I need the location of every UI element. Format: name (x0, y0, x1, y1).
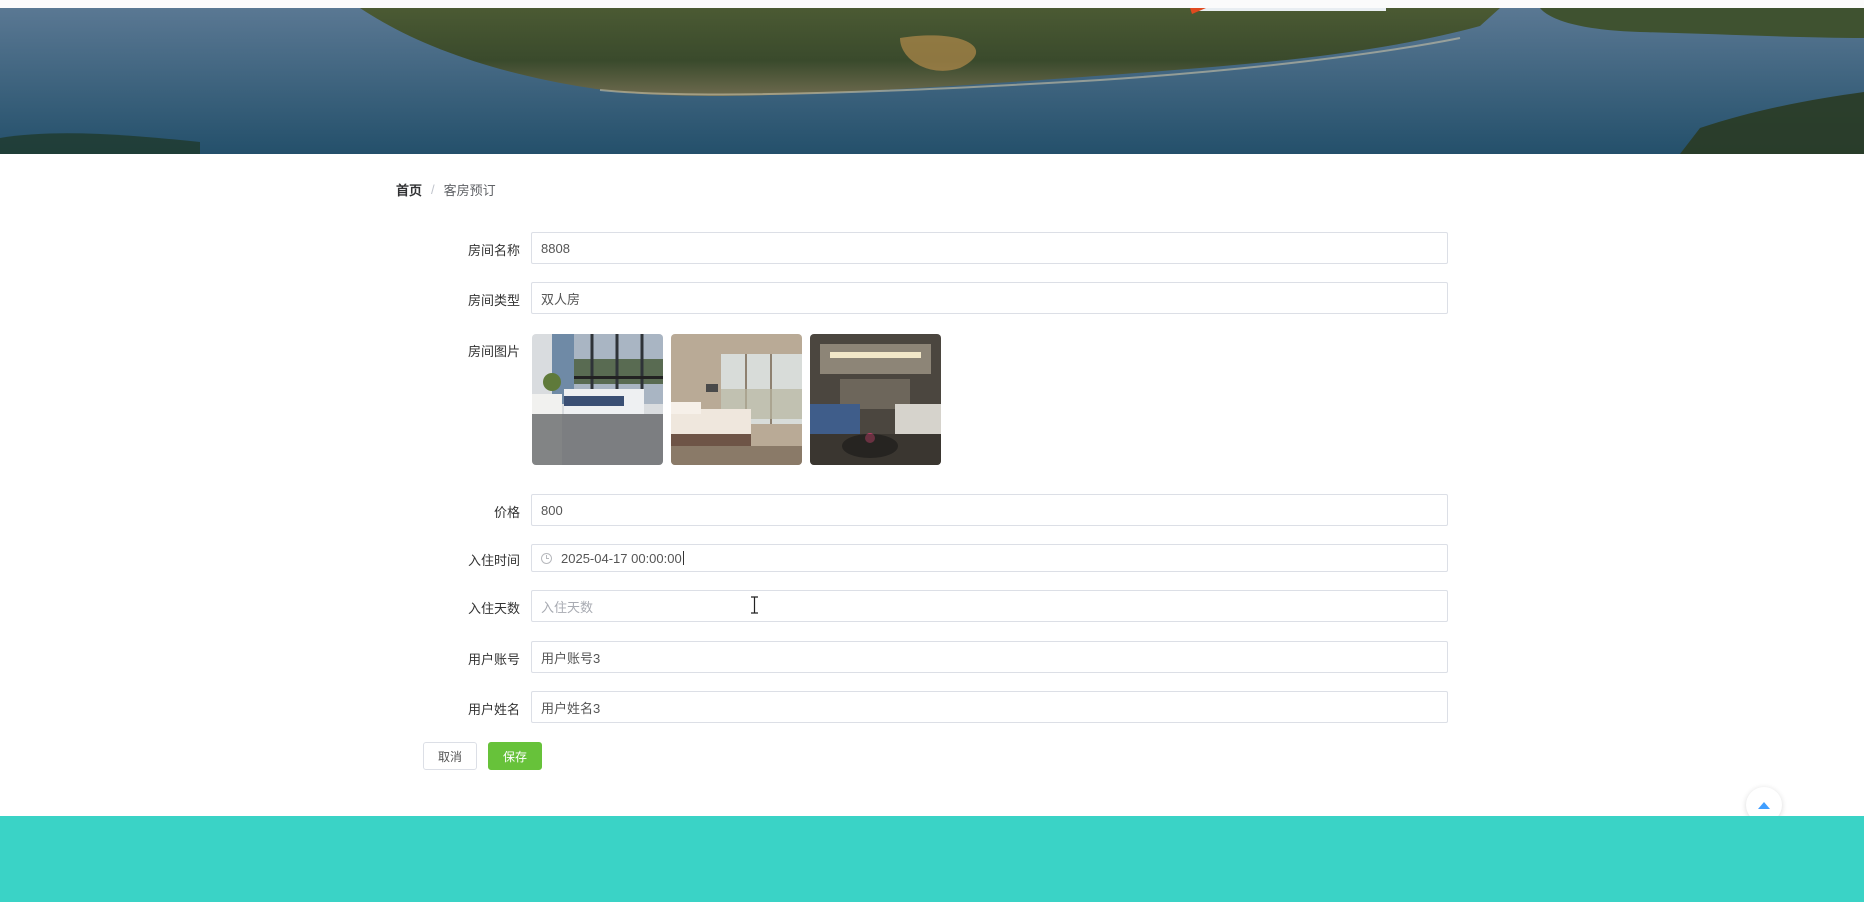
checkin-days-input[interactable]: 入住天数 (531, 590, 1448, 622)
form-row-checkin-time: 入住时间 2025-04-17 00:00:00 (420, 542, 1450, 576)
room-name-input[interactable]: 8808 (531, 232, 1448, 264)
form-row-user-account: 用户账号 用户账号3 (420, 641, 1450, 675)
room-image-2[interactable] (671, 334, 802, 465)
form-row-room-name: 房间名称 8808 (420, 232, 1450, 266)
user-name-input[interactable]: 用户姓名3 (531, 691, 1448, 723)
room-type-input[interactable]: 双人房 (531, 282, 1448, 314)
header-banner (0, 8, 1864, 154)
room-image-1[interactable] (532, 334, 663, 465)
user-account-input[interactable]: 用户账号3 (531, 641, 1448, 673)
breadcrumb-separator: / (431, 182, 435, 197)
room-images-label: 房间图片 (467, 344, 520, 359)
footer (0, 816, 1864, 902)
checkin-time-picker[interactable]: 2025-04-17 00:00:00 (531, 544, 1448, 572)
user-name-label: 用户姓名 (467, 702, 520, 717)
price-label: 价格 (493, 505, 520, 520)
text-caret (682, 551, 684, 565)
form-row-checkin-days: 入住天数 入住天数 (420, 590, 1450, 624)
text-cursor-icon (751, 596, 758, 614)
checkin-time-value: 2025-04-17 00:00:00 (561, 550, 682, 566)
room-image-list (532, 334, 941, 465)
form-row-user-name: 用户姓名 用户姓名3 (420, 691, 1450, 725)
form-row-room-type: 房间类型 双人房 (420, 282, 1450, 316)
checkin-time-label: 入住时间 (467, 553, 520, 568)
clock-icon (541, 552, 552, 564)
save-button[interactable]: 保存 (488, 742, 542, 770)
checkin-days-label: 入住天数 (467, 601, 520, 616)
breadcrumb-home-link[interactable]: 首页 (396, 180, 422, 199)
top-strip (0, 0, 1864, 8)
user-account-label: 用户账号 (467, 652, 520, 667)
breadcrumb-current: 客房预订 (443, 183, 496, 198)
cancel-button[interactable]: 取消 (423, 742, 477, 770)
caret-up-icon (1758, 801, 1770, 809)
room-type-label: 房间类型 (467, 293, 520, 308)
price-input[interactable]: 800 (531, 494, 1448, 526)
room-image-3[interactable] (810, 334, 941, 465)
room-name-label: 房间名称 (467, 243, 520, 258)
breadcrumb: 首页 / 客房预订 (396, 180, 496, 199)
form-row-price: 价格 800 (420, 494, 1450, 528)
